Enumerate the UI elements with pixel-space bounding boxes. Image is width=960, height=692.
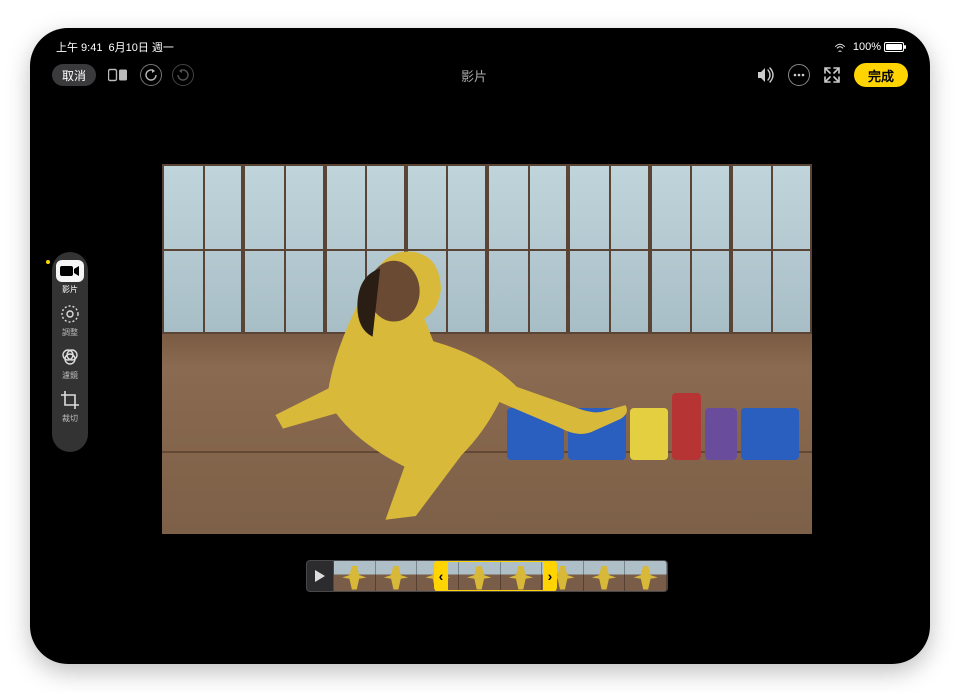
wifi-icon — [833, 42, 847, 52]
video-timeline: ‹ › — [306, 558, 668, 594]
sidebar-item-label: 影片 — [62, 284, 78, 295]
trim-handle-start[interactable]: ‹ — [434, 561, 448, 591]
cancel-button[interactable]: 取消 — [52, 64, 96, 86]
status-date: 6月10日 週一 — [108, 39, 173, 55]
sidebar-item-crop[interactable]: 裁切 — [52, 389, 88, 424]
play-button[interactable] — [306, 560, 334, 592]
sidebar-item-filters[interactable]: 濾鏡 — [52, 346, 88, 381]
sidebar-item-label: 裁切 — [62, 413, 78, 424]
done-label: 完成 — [868, 66, 894, 85]
fullscreen-button[interactable] — [820, 63, 844, 87]
ipad-device-frame: 上午 9:41 6月10日 週一 100% 取消 — [30, 28, 930, 664]
cancel-label: 取消 — [62, 67, 86, 84]
battery-percent: 100% — [853, 41, 881, 53]
screen-title: 影片 — [461, 66, 487, 85]
timeline-thumbnail[interactable] — [501, 561, 543, 591]
timeline-thumbnail[interactable] — [459, 561, 501, 591]
more-options-button[interactable] — [788, 64, 810, 86]
trim-handle-end[interactable]: › — [543, 561, 557, 591]
volume-button[interactable] — [754, 63, 778, 87]
crop-icon — [56, 389, 84, 411]
timeline-thumbnail[interactable] — [625, 561, 667, 591]
sidebar-item-label: 濾鏡 — [62, 370, 78, 381]
timeline-thumbnail[interactable] — [584, 561, 626, 591]
video-preview[interactable] — [162, 164, 812, 534]
status-bar: 上午 9:41 6月10日 週一 100% — [38, 36, 922, 58]
aspect-compare-icon[interactable] — [106, 63, 130, 87]
chevron-right-icon: › — [548, 568, 553, 584]
undo-button[interactable] — [140, 64, 162, 86]
chevron-left-icon: ‹ — [439, 568, 444, 584]
status-time: 上午 9:41 — [56, 39, 102, 55]
adjust-dial-icon — [56, 303, 84, 325]
side-active-indicator — [46, 260, 50, 264]
video-camera-icon — [56, 260, 84, 282]
timeline-strip[interactable]: ‹ › — [334, 560, 668, 592]
sidebar-item-label: 調整 — [62, 327, 78, 338]
screen: 上午 9:41 6月10日 週一 100% 取消 — [38, 36, 922, 656]
video-frame-scene — [162, 164, 812, 534]
battery-indicator: 100% — [853, 41, 904, 53]
timeline-thumbnail[interactable] — [376, 561, 418, 591]
edit-mode-panel: 影片 調整 濾鏡 裁切 — [52, 252, 88, 452]
sidebar-item-video[interactable]: 影片 — [52, 260, 88, 295]
filters-venn-icon — [56, 346, 84, 368]
done-button[interactable]: 完成 — [854, 63, 908, 87]
timeline-thumbnail[interactable] — [334, 561, 376, 591]
redo-button — [172, 64, 194, 86]
person-silhouette-icon — [214, 238, 721, 527]
sidebar-item-adjust[interactable]: 調整 — [52, 303, 88, 338]
top-toolbar: 取消 影片 完成 — [38, 60, 922, 90]
